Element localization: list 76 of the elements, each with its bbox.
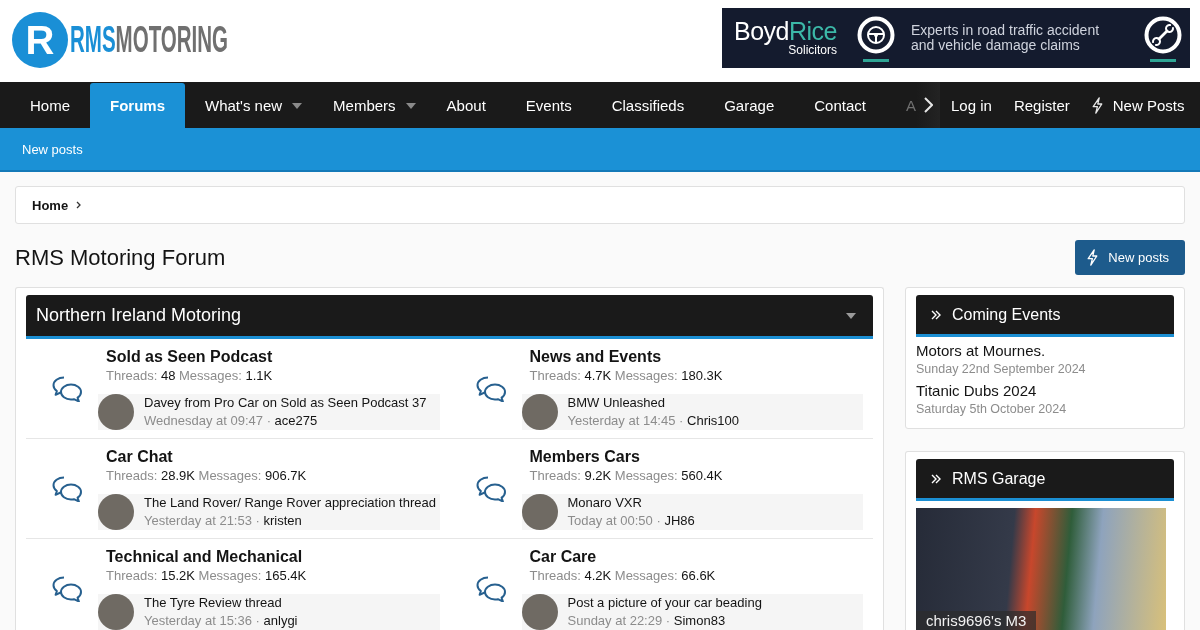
nav-tab[interactable]: What's new [185, 83, 314, 128]
forum-stats: Threads: 4.2K Messages: 66.6K [529, 567, 716, 585]
last-post-title-link[interactable]: Davey from Pro Car on Sold as Seen Podcast 37 [144, 394, 427, 412]
forum-stats: Threads: 28.9K Messages: 906.7K [106, 467, 307, 485]
nav-tab[interactable]: Home [10, 83, 90, 128]
ad-brand-subtitle: Solicitors [788, 44, 837, 57]
last-post-title-link[interactable]: The Tyre Review thread [144, 594, 282, 612]
forum-title-link[interactable]: Car Care [529, 547, 597, 567]
account-link[interactable]: Register [1002, 82, 1081, 128]
avatar[interactable] [521, 394, 558, 430]
widget-title: RMS Garage [952, 469, 1046, 488]
nav-tab[interactable]: About [426, 83, 506, 128]
chat-bubbles-icon [475, 475, 507, 502]
category-title[interactable]: Northern Ireland Motoring [36, 305, 242, 326]
lightning-icon [1091, 96, 1103, 114]
last-post-meta: Yesterday at 15:36 · anlygi [144, 612, 298, 630]
nav-tab[interactable]: Members [313, 83, 427, 128]
forum-stats: Threads: 48 Messages: 1.1K [106, 367, 273, 385]
forum-title-link[interactable]: Sold as Seen Podcast [106, 347, 273, 367]
chat-bubbles-icon [475, 375, 507, 402]
chat-bubbles-icon [52, 475, 83, 502]
forum-stats: Threads: 4.7K Messages: 180.3K [529, 367, 723, 385]
chat-bubbles-icon [52, 375, 83, 402]
last-post-meta: Sunday at 22:29 · Simon83 [567, 612, 726, 630]
forum-stats: Threads: 9.2K Messages: 560.4K [529, 467, 723, 485]
widget-title: Coming Events [952, 305, 1061, 324]
account-link[interactable]: Log in [940, 82, 1003, 128]
forum-title-link[interactable]: Technical and Mechanical [106, 547, 303, 567]
last-post-meta: Wednesday at 09:47 · ace275 [144, 412, 318, 430]
forum-title-link[interactable]: News and Events [529, 347, 662, 367]
forum-stats: Threads: 15.2K Messages: 165.4K [106, 567, 307, 585]
new-posts-link[interactable]: New Posts [1080, 82, 1196, 128]
page-title: RMS Motoring Forum [15, 243, 226, 272]
caret-icon[interactable] [846, 312, 856, 319]
nav-tab[interactable]: Events [505, 83, 592, 128]
event-date: Sunday 22nd September 2024 [916, 361, 1086, 378]
chevron-right-icon [923, 97, 933, 113]
event-link[interactable]: Titanic Dubs 2024 [916, 382, 1037, 400]
ad-banner[interactable]: BoydRice Solicitors Experts in road traffic accident and vehicle damage claims [722, 8, 1190, 68]
forum-title-link[interactable]: Car Chat [106, 447, 173, 467]
event-date: Saturday 5th October 2024 [916, 401, 1067, 418]
event-link[interactable]: Motors at Mournes. [916, 342, 1046, 360]
logo-wordmark[interactable]: RMSMOTORING [70, 22, 229, 58]
forum-title-link[interactable]: Members Cars [529, 447, 640, 467]
chat-bubbles-icon [52, 575, 83, 602]
last-post-title-link[interactable]: Post a picture of your car beading [567, 594, 762, 612]
last-post-meta: Today at 00:50 · JH86 [567, 512, 695, 530]
breadcrumb-link[interactable]: Home [32, 197, 69, 213]
nav-tab[interactable]: Classifieds [591, 83, 705, 128]
chat-bubbles-icon [475, 575, 507, 602]
double-chevron-icon [931, 473, 941, 484]
chevron-right-icon [76, 201, 82, 209]
ad-tagline: Experts in road traffic accident and vehicle damage claims [911, 23, 1100, 53]
last-post-meta: Yesterday at 14:45 · Chris100 [567, 412, 740, 430]
last-post-meta: Yesterday at 21:53 · kristen [144, 512, 302, 530]
lightning-icon [1087, 249, 1099, 266]
nav-tab[interactable]: Garage [704, 83, 795, 128]
last-post-title-link[interactable]: Monaro VXR [567, 494, 642, 512]
logo-badge[interactable]: R [12, 12, 68, 68]
photo-placeholder[interactable]: chris9696's M3 [916, 508, 1166, 630]
caret-icon[interactable] [405, 102, 416, 109]
steering-wheel-icon [857, 16, 895, 63]
avatar[interactable] [98, 494, 134, 530]
last-post-title-link[interactable]: The Land Rover/ Range Rover appreciation thread [144, 494, 436, 512]
nav-tab[interactable]: Contact [794, 83, 886, 128]
photo-caption: chris9696's M3 [916, 611, 1037, 630]
avatar[interactable] [98, 594, 134, 630]
new-posts-button[interactable]: New posts [1075, 240, 1185, 275]
avatar[interactable] [521, 494, 558, 530]
last-post-title-link[interactable]: BMW Unleashed [567, 394, 666, 412]
avatar[interactable] [521, 594, 558, 630]
avatar[interactable] [98, 394, 134, 430]
ad-brand-name: BoydRice [734, 19, 837, 44]
caret-icon[interactable] [292, 102, 303, 109]
double-chevron-icon [931, 309, 941, 320]
wrench-icon [1144, 16, 1182, 63]
